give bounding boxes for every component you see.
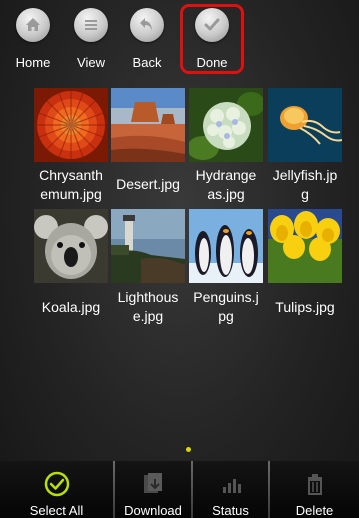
back-button[interactable]: Back: [116, 4, 178, 74]
status-button[interactable]: Status: [193, 461, 268, 518]
delete-label: Delete: [295, 503, 334, 518]
hydrangeas-thumbnail[interactable]: [189, 88, 263, 162]
back-label: Back: [132, 55, 162, 70]
home-icon: [16, 8, 50, 42]
file-name-penguins[interactable]: Penguins.j pg: [186, 288, 266, 326]
back-arrow-icon: [130, 8, 164, 42]
home-button[interactable]: Home: [2, 4, 64, 74]
bottom-action-bar: Select All Download Status Delete: [0, 461, 359, 518]
download-label: Download: [124, 503, 182, 518]
view-button[interactable]: View: [60, 4, 122, 74]
file-name-lighthouse[interactable]: Lighthous e.jpg: [108, 288, 188, 326]
file-name-desert[interactable]: Desert.jpg: [108, 175, 188, 194]
select-all-button[interactable]: Select All: [0, 461, 113, 518]
file-name-hydrangeas[interactable]: Hydrange as.jpg: [186, 166, 266, 204]
download-icon: [144, 473, 162, 493]
list-icon: [74, 8, 108, 42]
koala-thumbnail[interactable]: [34, 209, 108, 283]
bar-chart-icon: [222, 479, 241, 493]
download-button[interactable]: Download: [115, 461, 191, 518]
tulips-thumbnail[interactable]: [268, 209, 342, 283]
file-name-tulips[interactable]: Tulips.jpg: [265, 298, 345, 317]
top-toolbar: Home View Back Done: [0, 0, 359, 80]
desert-thumbnail[interactable]: [111, 88, 185, 162]
jellyfish-thumbnail[interactable]: [268, 88, 342, 162]
view-label: View: [77, 55, 105, 70]
file-name-jellyfish[interactable]: Jellyfish.jp g: [265, 166, 345, 204]
check-circle-icon: [44, 471, 69, 497]
penguins-thumbnail[interactable]: [189, 209, 263, 283]
page-indicator-dot: [186, 447, 191, 452]
screen: Home View Back Done Chrysanth emum.jpg D…: [0, 0, 359, 518]
chrysanthemum-thumbnail[interactable]: [34, 88, 108, 162]
file-name-koala[interactable]: Koala.jpg: [31, 298, 111, 317]
file-name-chrysanthemum[interactable]: Chrysanth emum.jpg: [31, 166, 111, 204]
status-label: Status: [212, 503, 249, 518]
lighthouse-thumbnail[interactable]: [111, 209, 185, 283]
done-highlight-box: [180, 4, 244, 74]
home-label: Home: [15, 55, 51, 70]
trash-icon: [307, 474, 322, 495]
delete-button[interactable]: Delete: [270, 461, 359, 518]
select-all-label: Select All: [29, 503, 84, 518]
